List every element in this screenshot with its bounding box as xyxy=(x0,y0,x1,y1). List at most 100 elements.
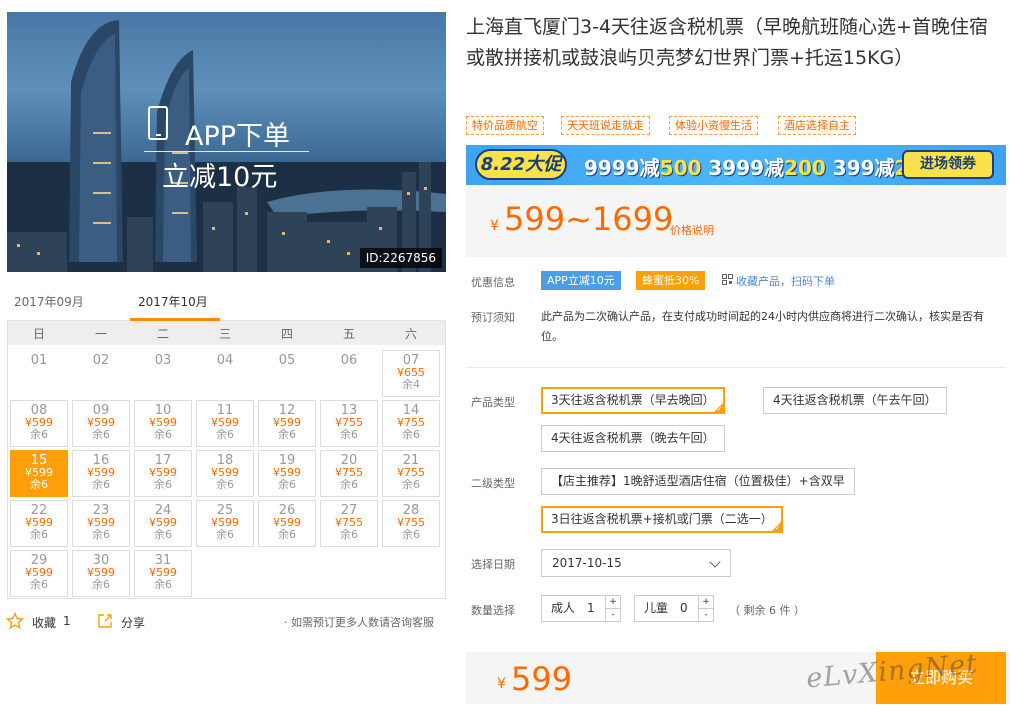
day-remaining: 余6 xyxy=(216,478,234,491)
get-coupon-button[interactable]: 进场领券 xyxy=(902,150,994,179)
tab-prev-month[interactable]: 2017年09月 xyxy=(14,293,84,310)
price-panel: ¥ 599~1699 价格说明 xyxy=(466,185,1006,257)
adult-quantity-stepper[interactable]: 成人 1 + - xyxy=(541,595,621,622)
phone-icon xyxy=(148,106,168,140)
child-count[interactable]: 0 xyxy=(680,596,688,621)
day-remaining: 余6 xyxy=(278,478,296,491)
calendar-day[interactable]: 27 ¥755 余6 xyxy=(320,500,378,547)
day-number: 06 xyxy=(340,353,358,368)
day-remaining: 余6 xyxy=(30,528,48,541)
notice-label: 预订须知 xyxy=(471,311,515,324)
promo-banner[interactable]: 8.22大促 9999减500 3999减200 399减20 进场领券 xyxy=(466,145,1006,185)
price-range: 599~1699 xyxy=(504,200,674,238)
calendar-day: 04 xyxy=(196,350,254,397)
day-number: 02 xyxy=(92,353,110,368)
final-price: 599 xyxy=(511,660,573,698)
favorite-count: 1 xyxy=(63,614,71,628)
option-label: 3日往返含税机票+接机或门票（二选一） xyxy=(551,512,773,526)
feature-tag: 特价品质航空 xyxy=(466,116,544,135)
favorite-scan-link[interactable]: 收藏产品，扫码下单 xyxy=(736,273,835,289)
date-label: 选择日期 xyxy=(471,558,515,571)
day-number: 01 xyxy=(30,353,48,368)
adult-count[interactable]: 1 xyxy=(587,596,595,621)
option-label: 【店主推荐】1晚舒适型酒店住宿（位置极佳）+含双早 xyxy=(551,474,845,488)
option-label: 3天往返含税机票（早去晚回） xyxy=(551,393,715,407)
increment-button[interactable]: + xyxy=(606,596,620,609)
product-type-option[interactable]: 3天往返含税机票（早去晚回） ✓ xyxy=(541,387,725,414)
calendar-day[interactable]: 13 ¥755 余6 xyxy=(320,400,378,447)
calendar-day[interactable]: 21 ¥755 余6 xyxy=(382,450,440,497)
check-icon: ✓ xyxy=(774,524,781,532)
price-currency: ¥ xyxy=(490,218,499,234)
calendar-day[interactable]: 07 ¥655 余4 xyxy=(382,350,440,397)
promo-deals: 9999减500 3999减200 399减20 xyxy=(584,152,922,181)
calendar-day[interactable]: 28 ¥755 余6 xyxy=(382,500,440,547)
calendar-day[interactable]: 26 ¥599 余6 xyxy=(258,500,316,547)
calendar-day[interactable]: 14 ¥755 余6 xyxy=(382,400,440,447)
child-quantity-stepper[interactable]: 儿童 0 + - xyxy=(634,595,714,622)
day-remaining: 余6 xyxy=(92,578,110,591)
stepper-buttons: + - xyxy=(605,596,620,621)
calendar-day[interactable]: 25 ¥599 余6 xyxy=(196,500,254,547)
calendar-day[interactable]: 23 ¥599 余6 xyxy=(72,500,130,547)
calendar-day[interactable]: 18 ¥599 余6 xyxy=(196,450,254,497)
day-remaining: 余6 xyxy=(402,428,420,441)
calendar-day[interactable]: 10 ¥599 余6 xyxy=(134,400,192,447)
calendar-day[interactable]: 08 ¥599 余6 xyxy=(10,400,68,447)
day-remaining: 余6 xyxy=(278,428,296,441)
weekday-label: 三 xyxy=(218,327,231,341)
decrement-button[interactable]: - xyxy=(699,609,713,621)
calendar-day[interactable]: 24 ¥599 余6 xyxy=(134,500,192,547)
product-type-option[interactable]: 4天往返含税机票（午去午回） xyxy=(763,387,947,414)
feature-tag: 天天班说走就走 xyxy=(561,116,650,135)
product-title: 上海直飞厦门3-4天往返含税机票（早晚航班随心选+首晚住宿或散拼接机或鼓浪屿贝壳… xyxy=(466,16,988,69)
deal-prefix: 9999减 xyxy=(584,156,660,180)
day-number: 03 xyxy=(154,353,172,368)
day-remaining: 余6 xyxy=(216,528,234,541)
stepper-buttons: + - xyxy=(698,596,713,621)
calendar-day[interactable]: 11 ¥599 余6 xyxy=(196,400,254,447)
product-hero-image[interactable]: APP下单 立减10元 ID:2267856 xyxy=(7,12,446,272)
image-id-label: ID:2267856 xyxy=(359,248,442,268)
day-number: 05 xyxy=(278,353,296,368)
deal-amount: 200 xyxy=(784,156,826,180)
weekday-label: 六 xyxy=(404,327,417,341)
calendar-day[interactable]: 09 ¥599 余6 xyxy=(72,400,130,447)
promo-info-label: 优惠信息 xyxy=(471,276,515,289)
chevron-down-icon xyxy=(709,556,721,568)
sub-type-option[interactable]: 【店主推荐】1晚舒适型酒店住宿（位置极佳）+含双早 xyxy=(541,468,855,495)
day-remaining: 余6 xyxy=(92,428,110,441)
product-type-label: 产品类型 xyxy=(471,396,515,409)
product-type-option[interactable]: 4天往返含税机票（晚去午回） xyxy=(541,425,725,452)
calendar-day[interactable]: 17 ¥599 余6 xyxy=(134,450,192,497)
price-explanation-link[interactable]: 价格说明 xyxy=(670,222,714,238)
star-icon[interactable] xyxy=(6,612,24,630)
qr-code-icon[interactable] xyxy=(722,274,733,285)
sub-type-option[interactable]: 3日往返含税机票+接机或门票（二选一） ✓ xyxy=(541,506,783,533)
calendar-day[interactable]: 30 ¥599 余6 xyxy=(72,550,130,597)
calendar-day-selected[interactable]: 15 ¥599 余6 xyxy=(10,450,68,497)
calendar-day[interactable]: 31 ¥599 余6 xyxy=(134,550,192,597)
day-remaining: 余6 xyxy=(216,428,234,441)
share-label[interactable]: 分享 xyxy=(121,614,145,631)
calendar-day[interactable]: 19 ¥599 余6 xyxy=(258,450,316,497)
day-remaining: 余6 xyxy=(340,428,358,441)
consult-note: · 如需预订更多人数请咨询客服 xyxy=(284,616,434,629)
favorite-label[interactable]: 收藏 xyxy=(32,614,56,631)
app-discount-badge: APP立减10元 xyxy=(541,271,621,290)
tab-current-month[interactable]: 2017年10月 xyxy=(138,293,208,310)
child-label: 儿童 xyxy=(644,601,669,615)
calendar-day[interactable]: 12 ¥599 余6 xyxy=(258,400,316,447)
section-divider xyxy=(466,367,1006,368)
deal-prefix: 399减 xyxy=(832,156,895,180)
option-label: 4天往返含税机票（午去午回） xyxy=(773,393,937,407)
calendar-day[interactable]: 22 ¥599 余6 xyxy=(10,500,68,547)
share-icon[interactable] xyxy=(96,612,114,630)
increment-button[interactable]: + xyxy=(699,596,713,609)
calendar-day[interactable]: 16 ¥599 余6 xyxy=(72,450,130,497)
decrement-button[interactable]: - xyxy=(606,609,620,621)
calendar-day[interactable]: 20 ¥755 余6 xyxy=(320,450,378,497)
calendar-day: 05 xyxy=(258,350,316,397)
calendar-day[interactable]: 29 ¥599 余6 xyxy=(10,550,68,597)
date-select[interactable]: 2017-10-15 xyxy=(541,549,731,577)
